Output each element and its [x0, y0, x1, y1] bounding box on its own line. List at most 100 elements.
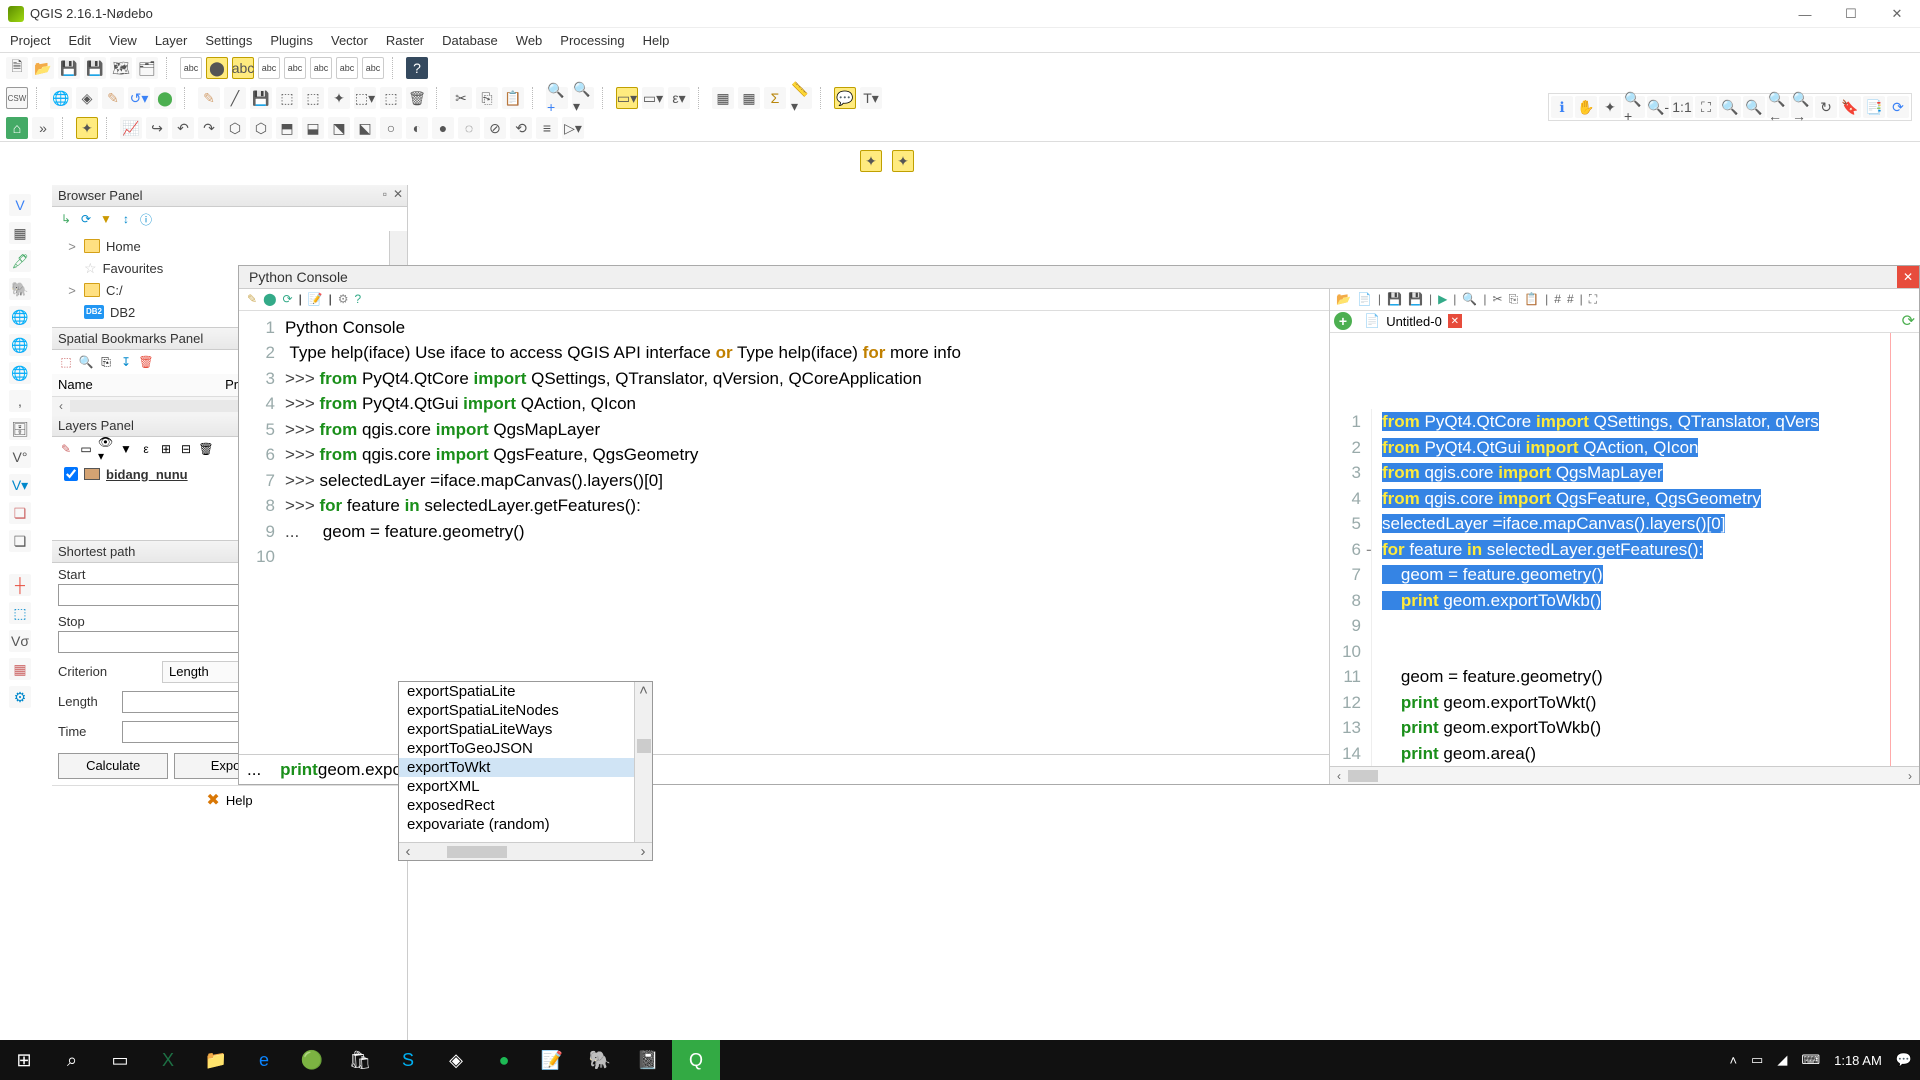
wifi-icon[interactable]: ◢: [1777, 1052, 1787, 1068]
keyboard-icon[interactable]: ⌨: [1801, 1052, 1820, 1068]
store-icon[interactable]: 🛍: [336, 1040, 384, 1080]
delete-bookmark-icon[interactable]: 🗑: [138, 354, 154, 370]
zoom-in-icon[interactable]: 🔍+: [546, 87, 568, 109]
autocomplete-item[interactable]: exportSpatiaLiteNodes: [399, 701, 652, 720]
processing-icon[interactable]: ⚙: [9, 686, 31, 708]
add-wcs-icon[interactable]: 🌐: [9, 334, 31, 356]
add-oracle-icon[interactable]: V°: [9, 446, 31, 468]
print-composer-icon[interactable]: 🗺: [110, 57, 132, 79]
add-postgis-icon[interactable]: 🐘: [9, 278, 31, 300]
skype-icon[interactable]: S: [384, 1040, 432, 1080]
part-icon[interactable]: ◐: [406, 117, 428, 139]
editor-hscroll[interactable]: ‹›: [1330, 766, 1919, 784]
csw-icon[interactable]: CSW: [6, 87, 28, 109]
pan-icon[interactable]: ✋: [1575, 96, 1597, 118]
label-icon5[interactable]: abc: [362, 57, 384, 79]
notepad-icon[interactable]: 📝: [528, 1040, 576, 1080]
zoom-dropdown-icon[interactable]: 🔍▾: [572, 87, 594, 109]
help-button[interactable]: ✖Help: [52, 785, 407, 815]
tray-chevron-icon[interactable]: ˄: [1729, 1053, 1737, 1068]
split-icon[interactable]: ⬓: [302, 117, 324, 139]
save-as-script-icon[interactable]: 💾: [1408, 292, 1423, 306]
move-feature-icon[interactable]: ⬚: [302, 87, 324, 109]
measure-icon[interactable]: 📏▾: [790, 87, 812, 109]
node-tool-icon[interactable]: ✦: [328, 87, 350, 109]
expr-filter-icon[interactable]: ε: [138, 441, 154, 457]
trash-icon[interactable]: 🗑: [406, 87, 428, 109]
add-layer-icon[interactable]: ↳: [58, 211, 74, 227]
pan-selection-icon[interactable]: ✦: [1599, 96, 1621, 118]
filter-icon[interactable]: ▼: [98, 211, 114, 227]
fill-ring-icon[interactable]: ●: [432, 117, 454, 139]
save-edits-icon[interactable]: 💾: [250, 87, 272, 109]
new-shapefile-icon[interactable]: ❏: [9, 502, 31, 524]
save-as-icon[interactable]: 💾: [84, 57, 106, 79]
del-part-icon[interactable]: ⊘: [484, 117, 506, 139]
layer-visibility-checkbox[interactable]: [64, 467, 78, 481]
chart-icon[interactable]: 📈: [120, 117, 142, 139]
cut-icon[interactable]: ✂: [450, 87, 472, 109]
map-tips-icon[interactable]: 💬: [834, 87, 856, 109]
gps-icon[interactable]: ⬚: [9, 602, 31, 624]
editor-code-area[interactable]: 1from PyQt4.QtCore import QSettings, QTr…: [1330, 333, 1919, 767]
georeferencer-icon[interactable]: ▦: [9, 658, 31, 680]
minimize-button[interactable]: —: [1782, 0, 1828, 28]
menu-layer[interactable]: Layer: [155, 33, 188, 48]
copy-bookmark-icon[interactable]: ⎘: [98, 354, 114, 370]
zoom-out-icon[interactable]: 🔍-: [1647, 96, 1669, 118]
autocomplete-popup[interactable]: exportSpatiaLiteexportSpatiaLiteNodes exp…: [398, 681, 653, 861]
undo-dropdown-icon[interactable]: ↺▾: [128, 87, 150, 109]
clear-console-icon[interactable]: ✎: [247, 292, 257, 306]
zoom-native-icon[interactable]: 1:1: [1671, 96, 1693, 118]
redo2-icon[interactable]: ↷: [198, 117, 220, 139]
cut-editor-icon[interactable]: ✂: [1493, 292, 1503, 306]
label-icon4[interactable]: abc: [336, 57, 358, 79]
python-console-title[interactable]: Python Console ✕: [239, 266, 1919, 289]
add-bookmark-icon[interactable]: ⬚: [58, 354, 74, 370]
refresh-icon[interactable]: ↻: [1815, 96, 1837, 118]
offset-icon[interactable]: ⬕: [354, 117, 376, 139]
autocomplete-item[interactable]: expovariate (random): [399, 815, 652, 834]
node-tool2-icon[interactable]: ⬚▾: [354, 87, 376, 109]
edge-icon[interactable]: e: [240, 1040, 288, 1080]
filter-layers-icon[interactable]: ▼: [118, 441, 134, 457]
autocomplete-vscroll[interactable]: ˄: [634, 682, 652, 842]
edit-line-icon[interactable]: ╱: [224, 87, 246, 109]
stats-icon[interactable]: Σ: [764, 87, 786, 109]
open-project-icon[interactable]: 📂: [32, 57, 54, 79]
refresh2-icon[interactable]: ⟳: [1887, 96, 1909, 118]
new-project-icon[interactable]: 🗎: [6, 57, 28, 79]
style-icon[interactable]: ✎: [58, 441, 74, 457]
expr-select-icon[interactable]: ε▾: [668, 87, 690, 109]
menu-help[interactable]: Help: [643, 33, 670, 48]
label-icon2[interactable]: abc: [284, 57, 306, 79]
add-feature-icon[interactable]: ⬚: [276, 87, 298, 109]
show-editor-icon[interactable]: 📝: [308, 292, 323, 306]
find-icon[interactable]: 🔍: [1462, 292, 1477, 306]
help-toolbar-icon[interactable]: ?: [406, 57, 428, 79]
copy-icon[interactable]: ⎘: [476, 87, 498, 109]
field-calc-icon[interactable]: ▦: [738, 87, 760, 109]
expand-toolbar-icon[interactable]: »: [32, 117, 54, 139]
menu-database[interactable]: Database: [442, 33, 498, 48]
label-rule-icon[interactable]: ⬤: [206, 57, 228, 79]
edit-pencil-icon[interactable]: ✎: [198, 87, 220, 109]
autocomplete-item[interactable]: exportXML: [399, 777, 652, 796]
paste-icon[interactable]: 📋: [502, 87, 524, 109]
uncomment-icon[interactable]: #: [1567, 292, 1574, 306]
geom-tool1-icon[interactable]: ⬡: [224, 117, 246, 139]
autocomplete-item[interactable]: exportToWkt: [399, 758, 652, 777]
copy-editor-icon[interactable]: ⎘: [1509, 292, 1519, 307]
browser-item[interactable]: >Home: [58, 235, 401, 257]
label-abc-icon[interactable]: abc: [180, 57, 202, 79]
search-icon[interactable]: ⌕: [48, 1040, 96, 1080]
zoom-full-icon[interactable]: ⛶: [1695, 96, 1717, 118]
start-button[interactable]: ⊞: [0, 1040, 48, 1080]
sql-icon[interactable]: ⬤: [154, 87, 176, 109]
rotate-icon[interactable]: ⟲: [510, 117, 532, 139]
zoom-layer-icon[interactable]: 🔍: [1743, 96, 1765, 118]
save-project-icon[interactable]: 💾: [58, 57, 80, 79]
notifications-icon[interactable]: 💬: [1896, 1052, 1912, 1068]
run-script-icon[interactable]: ▶: [1438, 292, 1447, 306]
autocomplete-item[interactable]: exportSpatiaLite: [399, 682, 652, 701]
